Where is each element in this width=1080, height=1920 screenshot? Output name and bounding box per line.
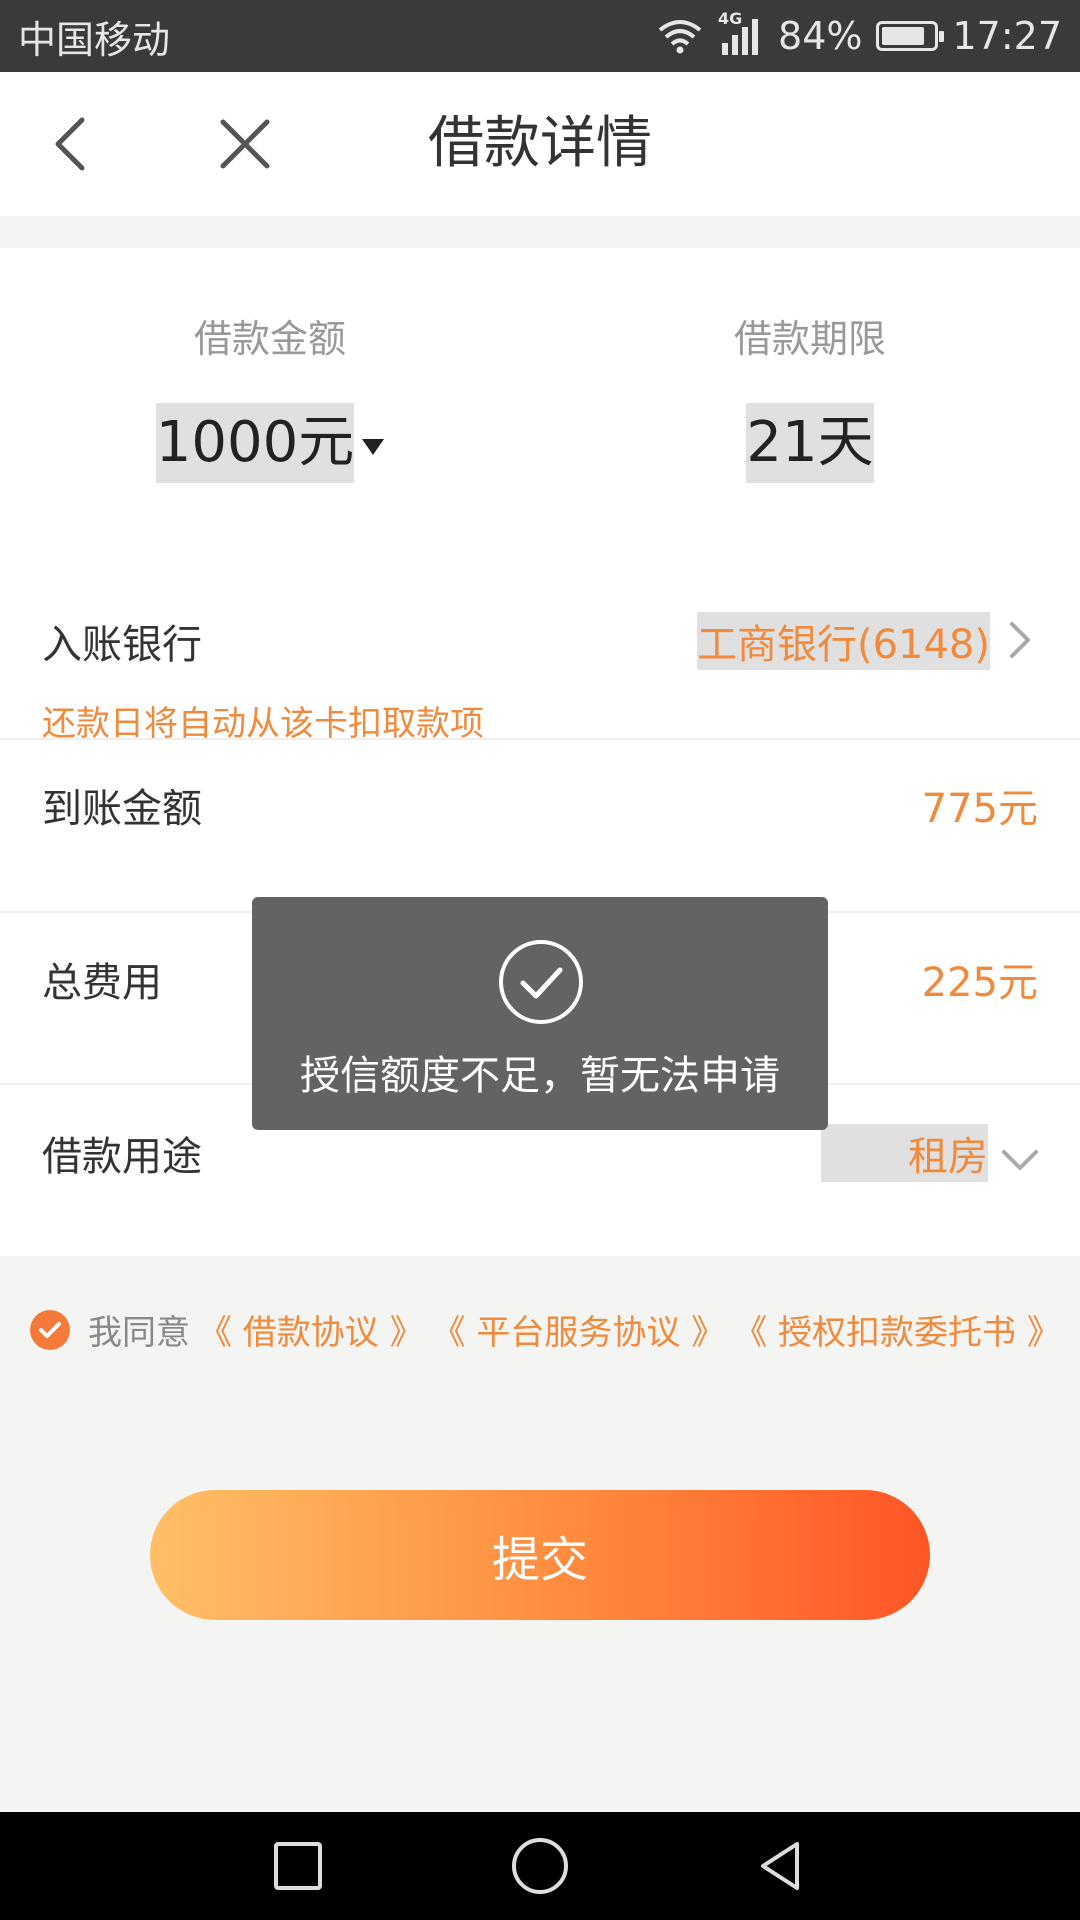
divider xyxy=(0,738,1080,740)
circle-icon xyxy=(512,1838,568,1894)
status-bar: 中国移动 4G 84% 17:27 xyxy=(0,0,1080,72)
debit-authorization-link[interactable]: 《 授权扣款委托书 》 xyxy=(733,1305,1061,1354)
square-icon xyxy=(274,1842,322,1890)
toast-text: 授信额度不足，暂无法申请 xyxy=(300,1053,780,1099)
wifi-icon xyxy=(658,20,702,54)
close-button[interactable] xyxy=(205,108,285,180)
page-title: 借款详情 xyxy=(428,111,652,176)
home-button[interactable] xyxy=(504,1830,576,1902)
system-nav-bar xyxy=(0,1812,1080,1920)
submit-button[interactable]: 提交 xyxy=(150,1490,930,1620)
bank-label: 入账银行 xyxy=(42,622,202,668)
agreement-row: 我同意 《 借款协议 》 《 平台服务协议 》 《 授权扣款委托书 》 xyxy=(30,1305,1061,1354)
chevron-right-icon[interactable] xyxy=(1008,620,1032,660)
loan-amount-label: 借款金额 xyxy=(193,317,346,361)
loan-amount-section: 借款金额 1000元 xyxy=(0,308,540,483)
chevron-left-icon xyxy=(55,117,85,171)
check-icon xyxy=(39,1321,61,1338)
recent-apps-button[interactable] xyxy=(262,1830,334,1902)
loan-amount-selector[interactable]: 1000元 xyxy=(0,403,540,483)
status-icons: 4G 84% 17:27 xyxy=(656,9,1062,58)
battery-fill xyxy=(882,27,925,45)
battery-icon xyxy=(876,21,945,51)
title-bar: 借款详情 xyxy=(0,72,1080,216)
loan-amount-value[interactable]: 1000元 xyxy=(155,403,355,483)
bank-row[interactable]: 入账银行 工商银行(6148) xyxy=(0,600,1080,672)
agreement-checkbox[interactable] xyxy=(30,1309,70,1350)
chevron-down-icon[interactable] xyxy=(1000,1148,1040,1172)
back-button[interactable] xyxy=(30,108,110,180)
agreement-prefix: 我同意 xyxy=(88,1313,190,1353)
received-amount-label: 到账金额 xyxy=(42,786,202,832)
received-amount-row: 到账金额 775元 xyxy=(0,764,1080,836)
battery-percent: 84% xyxy=(778,14,863,58)
triangle-back-icon xyxy=(761,1842,799,1890)
loan-agreement-link[interactable]: 《 借款协议 》 xyxy=(198,1305,424,1354)
toast-message: 授信额度不足，暂无法申请 xyxy=(252,897,828,1130)
loan-term-value[interactable]: 21天 xyxy=(746,403,874,483)
loan-term-selector[interactable]: 21天 xyxy=(540,403,1080,483)
carrier-name: 中国移动 xyxy=(18,17,171,62)
loan-term-label: 借款期限 xyxy=(733,317,886,361)
clock: 17:27 xyxy=(952,14,1062,58)
total-fee-label: 总费用 xyxy=(42,960,162,1006)
loan-term-section: 借款期限 21天 xyxy=(540,308,1080,483)
back-nav-button[interactable] xyxy=(745,1830,817,1902)
total-fee-value: 225元 xyxy=(921,960,1038,1006)
caret-down-icon[interactable] xyxy=(362,439,385,455)
signal-indicator: 4G xyxy=(718,9,764,57)
received-amount-value: 775元 xyxy=(921,786,1038,832)
loan-purpose-value[interactable]: 租房 xyxy=(821,1124,988,1182)
platform-service-agreement-link[interactable]: 《 平台服务协议 》 xyxy=(432,1305,726,1354)
signal-icon xyxy=(722,19,759,55)
close-icon xyxy=(220,119,270,169)
loan-summary: 借款金额 1000元 借款期限 21天 xyxy=(0,248,1080,548)
check-circle-icon xyxy=(499,940,583,1024)
bank-value[interactable]: 工商银行(6148) xyxy=(696,612,990,670)
loan-purpose-label: 借款用途 xyxy=(42,1134,202,1180)
